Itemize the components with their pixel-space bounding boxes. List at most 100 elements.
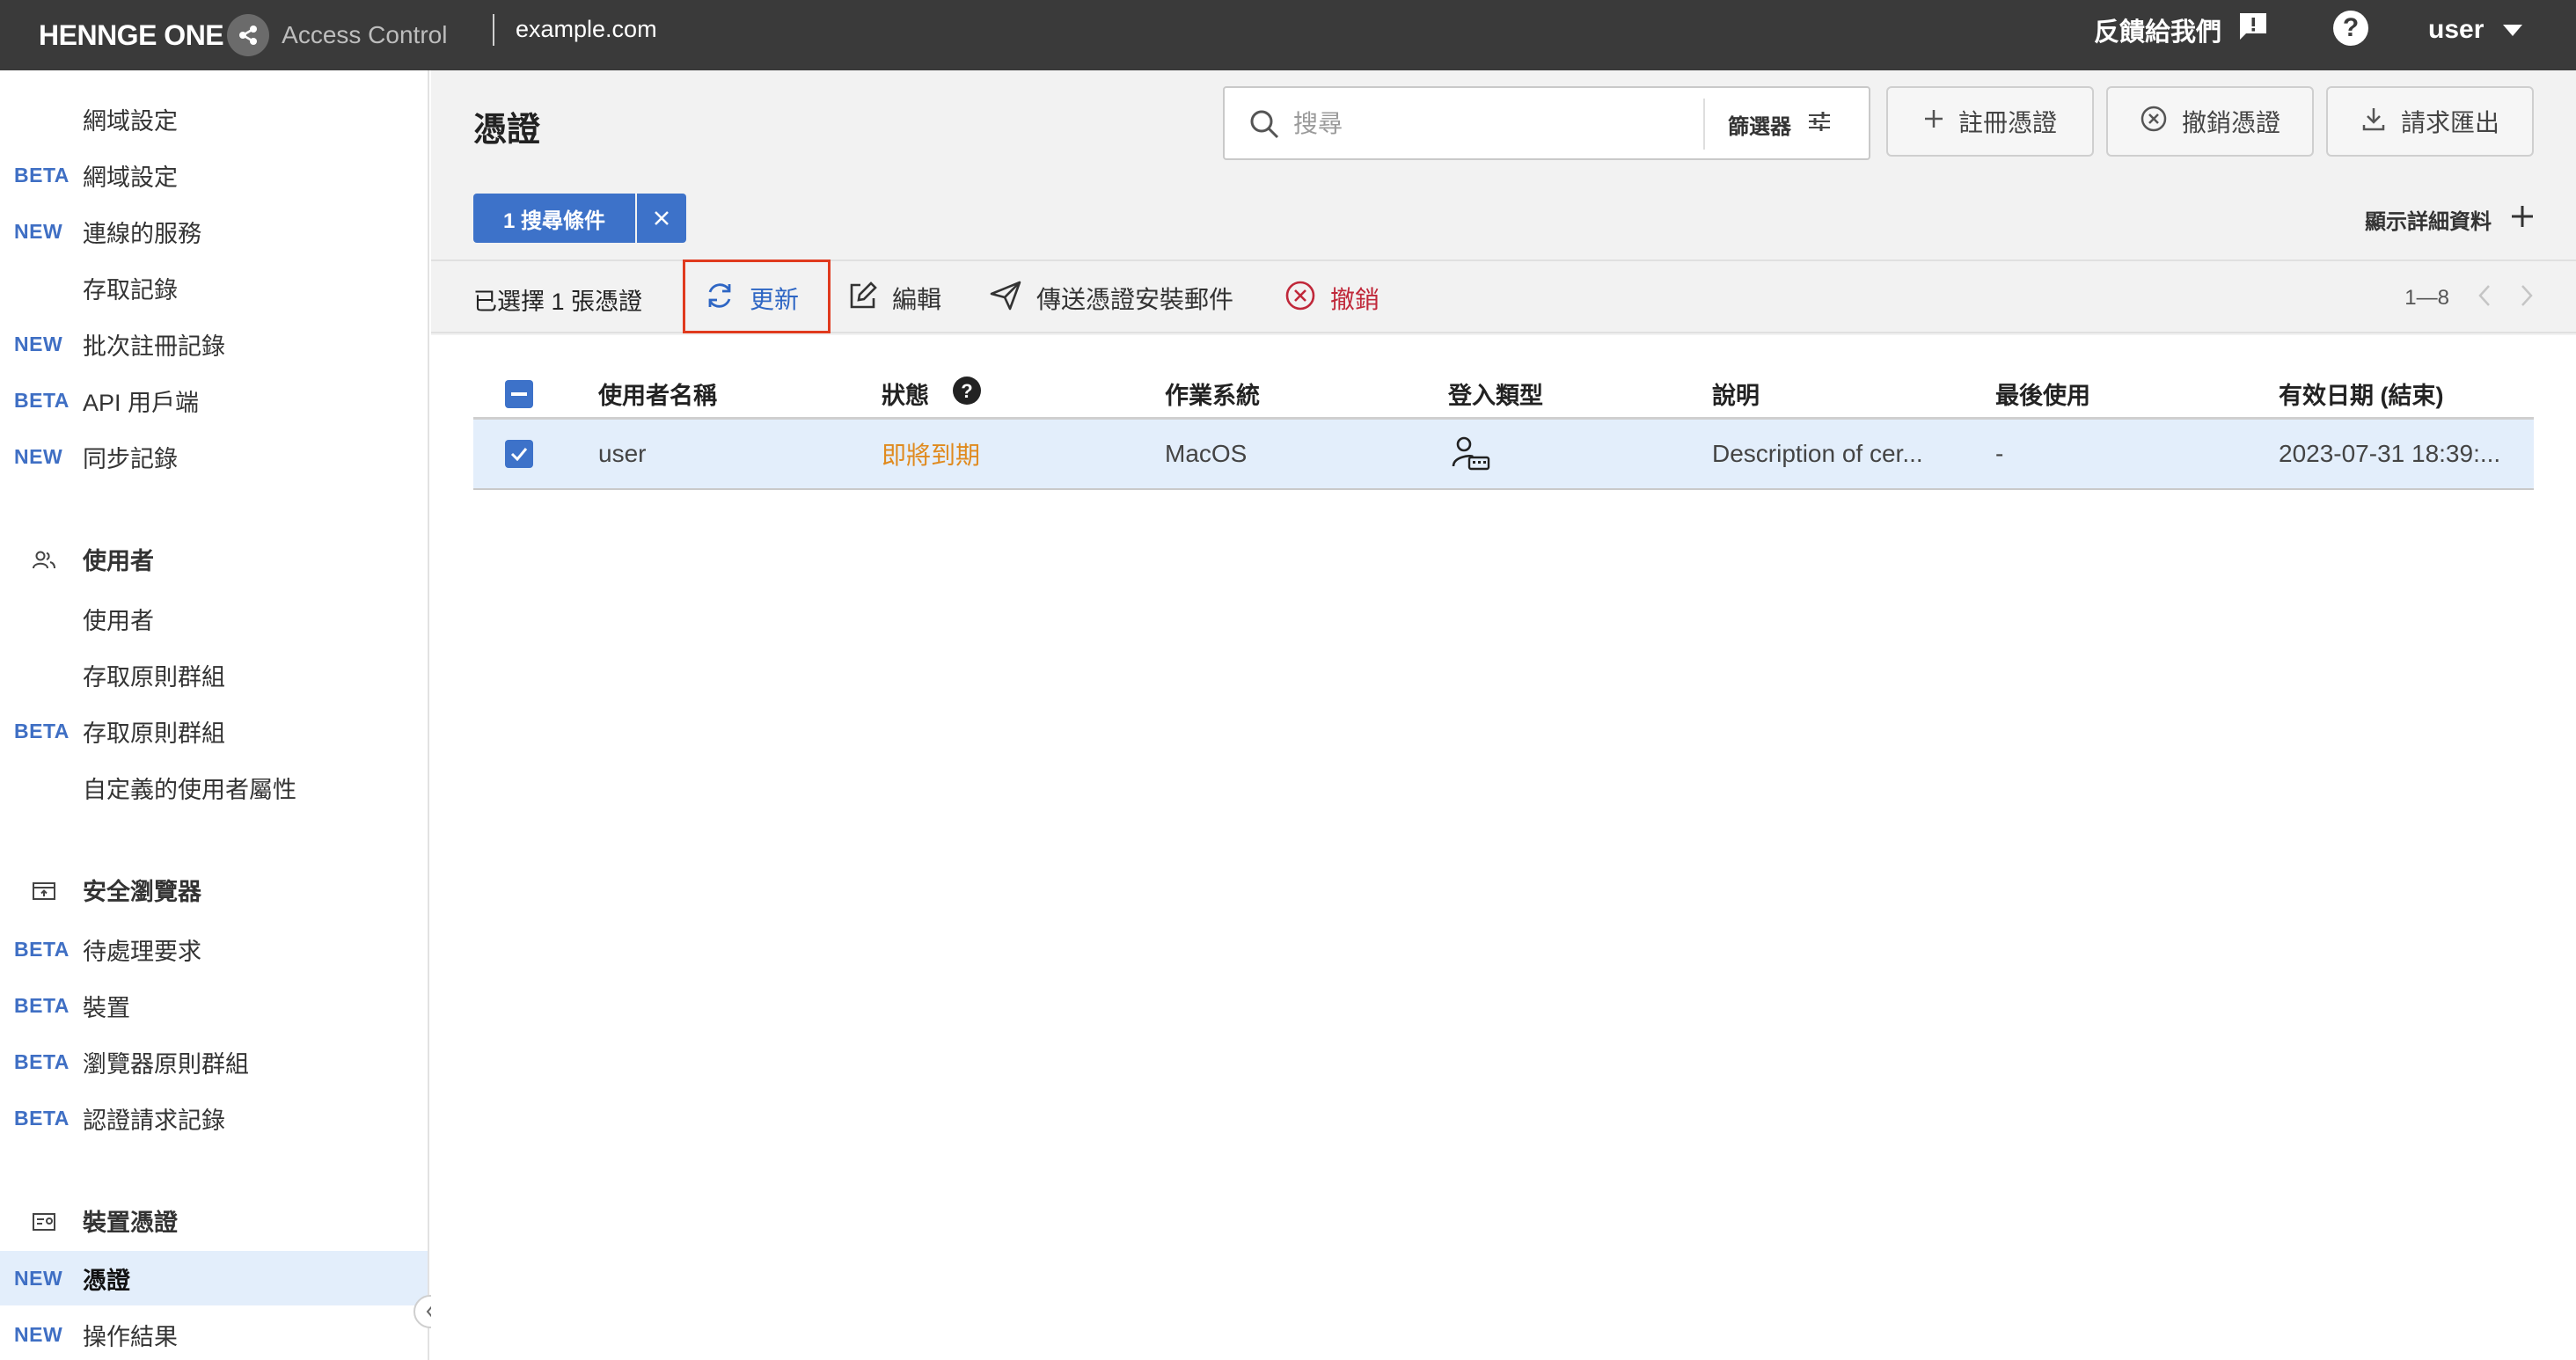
- chevron-left-icon: [2478, 284, 2490, 306]
- sidebar-item-api-clients[interactable]: BETA API 用戶端: [0, 373, 428, 428]
- sidebar-item-label: 網域設定: [83, 107, 178, 135]
- column-header-description[interactable]: 說明: [1712, 370, 1760, 417]
- close-icon: [655, 211, 669, 225]
- sidebar-item-browser-policy-groups[interactable]: BETA 瀏覽器原則群組: [0, 1035, 428, 1089]
- sidebar-item-auth-request-log[interactable]: BETA 認證請求記錄: [0, 1091, 428, 1145]
- send-install-mail-button[interactable]: 傳送憑證安裝郵件: [989, 281, 1233, 316]
- nav-badge: NEW: [14, 444, 63, 468]
- revoke-certificate-button[interactable]: 撤銷憑證: [2106, 86, 2314, 157]
- feedback-button[interactable]: 反饋給我們: [2094, 12, 2269, 48]
- sidebar-item-certificates[interactable]: NEW 憑證: [0, 1251, 428, 1305]
- refresh-icon: [704, 280, 735, 318]
- pagination-range: 1—8: [2404, 286, 2449, 310]
- download-icon: [2360, 106, 2387, 138]
- users-icon: [32, 549, 56, 569]
- request-export-label: 請求匯出: [2400, 109, 2499, 136]
- search-box: 篩選器: [1223, 86, 1870, 160]
- sidebar-item-sync-log[interactable]: NEW 同步記錄: [0, 429, 428, 484]
- cell-username: user: [598, 440, 647, 467]
- sidebar-section-users[interactable]: 使用者: [0, 531, 428, 586]
- bulk-action-bar: 已選擇 1 張憑證 更新 編輯 傳送憑證安裝郵件 撤銷 1—8: [431, 260, 2576, 333]
- column-header-os[interactable]: 作業系統: [1165, 370, 1260, 417]
- sidebar-item-pending-requests[interactable]: BETA 待處理要求: [0, 922, 428, 976]
- sidebar-section-device-certificates[interactable]: 裝置憑證: [0, 1193, 428, 1247]
- revoke-button[interactable]: 撤銷: [1284, 281, 1379, 316]
- search-condition-label[interactable]: 1 搜尋條件: [473, 194, 636, 243]
- nav-badge: BETA: [14, 937, 70, 961]
- select-all-checkbox[interactable]: [505, 370, 533, 417]
- status-badge: 即將到期: [882, 442, 981, 469]
- sidebar-item-domain-settings[interactable]: 網域設定: [0, 91, 428, 146]
- row-checkbox[interactable]: [505, 420, 533, 488]
- column-header-valid-until[interactable]: 有效日期 (結束): [2279, 370, 2443, 417]
- sidebar-section-secure-browser[interactable]: 安全瀏覽器: [0, 862, 428, 917]
- show-details-button[interactable]: 顯示詳細資料: [2365, 201, 2534, 238]
- cell-os: MacOS: [1165, 440, 1248, 467]
- sidebar-item-devices[interactable]: BETA 裝置: [0, 978, 428, 1033]
- sidebar-item-label: 存取原則群組: [83, 663, 225, 691]
- edit-button[interactable]: 編輯: [848, 281, 941, 316]
- table-row[interactable]: user 即將到期 MacOS Description of cer... - …: [473, 420, 2534, 490]
- edit-icon: [848, 281, 878, 317]
- sidebar-item-label: 網域設定: [83, 164, 178, 191]
- brand-logo-icon: [227, 14, 270, 56]
- cell-last-used: -: [1995, 440, 2004, 467]
- sidebar-section-title: 使用者: [83, 547, 154, 574]
- clear-search-button[interactable]: [637, 194, 687, 243]
- sidebar-item-users[interactable]: 使用者: [0, 591, 428, 646]
- domain-label: example.com: [516, 16, 657, 42]
- search-input[interactable]: [1293, 106, 1680, 143]
- column-header-login-type[interactable]: 登入類型: [1448, 370, 1543, 417]
- header-divider: [493, 14, 494, 46]
- plus-icon: [2511, 205, 2534, 234]
- sidebar-item-batch-registration-log[interactable]: NEW 批次註冊記錄: [0, 317, 428, 371]
- renew-button[interactable]: 更新: [704, 281, 799, 316]
- brand[interactable]: HENNGE ONE Access Control: [39, 12, 447, 58]
- sidebar-item-label: 操作結果: [83, 1323, 178, 1350]
- sidebar-item-label: 連線的服務: [83, 220, 201, 247]
- cell-description: Description of cer...: [1712, 440, 1923, 467]
- column-header-last-used[interactable]: 最後使用: [1995, 370, 2090, 417]
- user-name: user: [2428, 15, 2485, 44]
- top-bar: HENNGE ONE Access Control example.com 反饋…: [0, 0, 2576, 70]
- column-header-username[interactable]: 使用者名稱: [598, 370, 717, 417]
- pagination: 1—8: [2404, 281, 2534, 316]
- sidebar-item-label: 待處理要求: [83, 938, 201, 965]
- certificates-table-area: 使用者名稱 狀態 ? 作業系統 登入類型 說明 最後使用 有效日期 (結束) u…: [431, 335, 2576, 1360]
- next-page-button[interactable]: [2520, 284, 2534, 313]
- cancel-circle-icon: [1284, 280, 1316, 318]
- nav-badge: NEW: [14, 219, 63, 243]
- revoke-certificate-label: 撤銷憑證: [2181, 109, 2280, 136]
- register-certificate-button[interactable]: 註冊憑證: [1886, 86, 2094, 157]
- cancel-circle-icon: [2140, 105, 2168, 139]
- selection-count: 已選擇 1 張憑證: [473, 289, 643, 315]
- sidebar-item-label: 自定義的使用者屬性: [83, 776, 296, 803]
- revoke-label: 撤銷: [1330, 286, 1380, 313]
- sidebar-item-custom-user-attributes[interactable]: 自定義的使用者屬性: [0, 760, 428, 815]
- sidebar-item-connected-services[interactable]: NEW 連線的服務: [0, 204, 428, 259]
- user-menu[interactable]: user: [2428, 12, 2523, 48]
- sidebar-item-label: 存取記錄: [83, 276, 178, 303]
- nav-badge: BETA: [14, 1106, 70, 1130]
- sidebar-item-access-policy-groups-beta[interactable]: BETA 存取原則群組: [0, 704, 428, 758]
- search-divider: [1703, 99, 1705, 150]
- show-details-label: 顯示詳細資料: [2365, 209, 2492, 234]
- edit-label: 編輯: [892, 286, 942, 313]
- request-export-button[interactable]: 請求匯出: [2326, 86, 2534, 157]
- sidebar-item-label: 認證請求記錄: [83, 1107, 225, 1134]
- help-icon[interactable]: ?: [2333, 11, 2368, 46]
- help-icon[interactable]: ?: [952, 376, 982, 412]
- sidebar-item-label: 瀏覽器原則群組: [83, 1050, 249, 1078]
- nav-badge: BETA: [14, 388, 70, 412]
- sidebar-item-domain-settings-beta[interactable]: BETA 網域設定: [0, 148, 428, 202]
- sidebar-item-access-policy-groups[interactable]: 存取原則群組: [0, 647, 428, 702]
- plus-icon: [1923, 107, 1944, 135]
- sidebar-item-operation-results[interactable]: NEW 操作結果: [0, 1307, 428, 1360]
- status-header-label: 狀態: [882, 383, 929, 409]
- column-header-status[interactable]: 狀態 ?: [882, 370, 982, 417]
- nav-badge: BETA: [14, 1049, 70, 1073]
- prev-page-button[interactable]: [2477, 284, 2492, 313]
- filter-button[interactable]: 篩選器: [1728, 106, 1832, 143]
- sidebar-item-label: 使用者: [83, 607, 154, 634]
- sidebar-item-access-log[interactable]: 存取記錄: [0, 260, 428, 315]
